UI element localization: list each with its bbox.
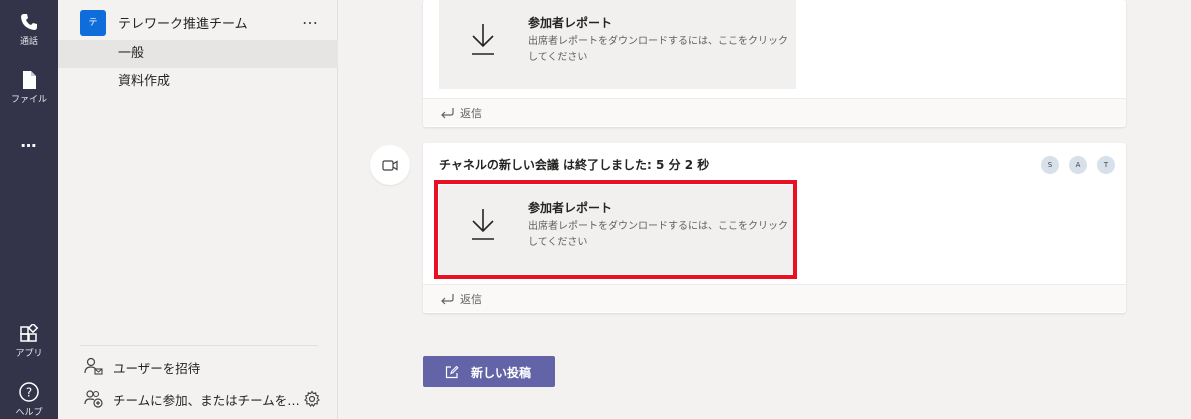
participant-avatar[interactable]: T [1097,156,1115,174]
rail-calls-label: 通話 [19,37,38,47]
report-description: 出席者レポートをダウンロードするには、ここをクリックしてください [528,36,788,63]
help-icon: ? [19,382,39,402]
svg-text:?: ? [26,386,32,400]
reply-button[interactable]: 返信 [423,284,1126,312]
new-post-label: 新しい投稿 [471,366,532,380]
participant-avatar[interactable]: A [1069,156,1087,174]
attendance-report-card[interactable]: 参加者レポート 出席者レポートをダウンロードするには、ここをクリックしてください [439,185,796,274]
channel-materials[interactable]: 資料作成 [58,68,338,96]
app-rail: 通話 ファイル … アプリ ? ヘルプ [0,0,58,419]
video-camera-icon [382,160,398,171]
channel-general[interactable]: 一般 [58,40,338,68]
phone-icon [21,14,37,30]
report-title: 参加者レポート [528,201,613,215]
reply-arrow-icon [441,108,454,119]
add-person-icon [84,357,103,375]
people-add-icon [84,390,103,408]
rail-files[interactable]: ファイル [0,70,58,105]
reply-button[interactable]: 返信 [423,98,1126,126]
apps-icon [20,324,39,342]
download-icon [472,209,494,240]
post-card: 参加者レポート 出席者レポートをダウンロードするには、ここをクリックしてください… [423,0,1126,127]
report-description: 出席者レポートをダウンロードするには、ここをクリックしてください [528,221,788,248]
attendance-report-card[interactable]: 参加者レポート 出席者レポートをダウンロードするには、ここをクリックしてください [439,0,796,89]
join-or-create-team-button[interactable]: チームに参加、またはチームを… [80,387,300,409]
conversation-area: 参加者レポート 出席者レポートをダウンロードするには、ここをクリックしてください… [338,0,1191,419]
team-more-options-button[interactable]: … [302,9,319,28]
file-icon [23,71,36,89]
reply-label: 返信 [460,293,482,306]
team-header[interactable]: テ テレワーク推進チーム … [58,8,338,36]
invite-users-label: ユーザーを招待 [113,361,201,376]
settings-gear-icon[interactable] [303,390,321,408]
channel-pane: テ テレワーク推進チーム … 一般 資料作成 ユーザーを招待 チームに参加、また… [58,0,338,419]
join-or-create-team-label: チームに参加、またはチームを… [113,393,300,408]
invite-users-button[interactable]: ユーザーを招待 [80,355,300,377]
rail-calls[interactable]: 通話 [0,12,58,47]
report-title: 参加者レポート [528,16,613,30]
rail-more-button[interactable]: … [0,132,58,151]
new-post-button[interactable]: 新しい投稿 [423,356,555,387]
meeting-post-card: チャネルの新しい会議 は終了しました: 5 分 2 秒 S A T 参加者レポー… [423,143,1126,313]
download-icon [472,24,494,55]
participant-avatar[interactable]: S [1041,156,1059,174]
rail-apps[interactable]: アプリ [0,324,58,359]
pane-divider [80,345,318,346]
reply-label: 返信 [460,107,482,120]
team-avatar: テ [80,10,106,36]
rail-help-label: ヘルプ [15,408,43,418]
team-name: テレワーク推進チーム [118,17,248,32]
rail-help[interactable]: ? ヘルプ [0,381,58,418]
meeting-ended-title: チャネルの新しい会議 は終了しました: 5 分 2 秒 [439,158,710,172]
rail-apps-label: アプリ [15,349,43,359]
rail-files-label: ファイル [10,95,47,105]
compose-icon [445,365,459,379]
reply-arrow-icon [441,294,454,305]
meeting-avatar [370,145,410,185]
